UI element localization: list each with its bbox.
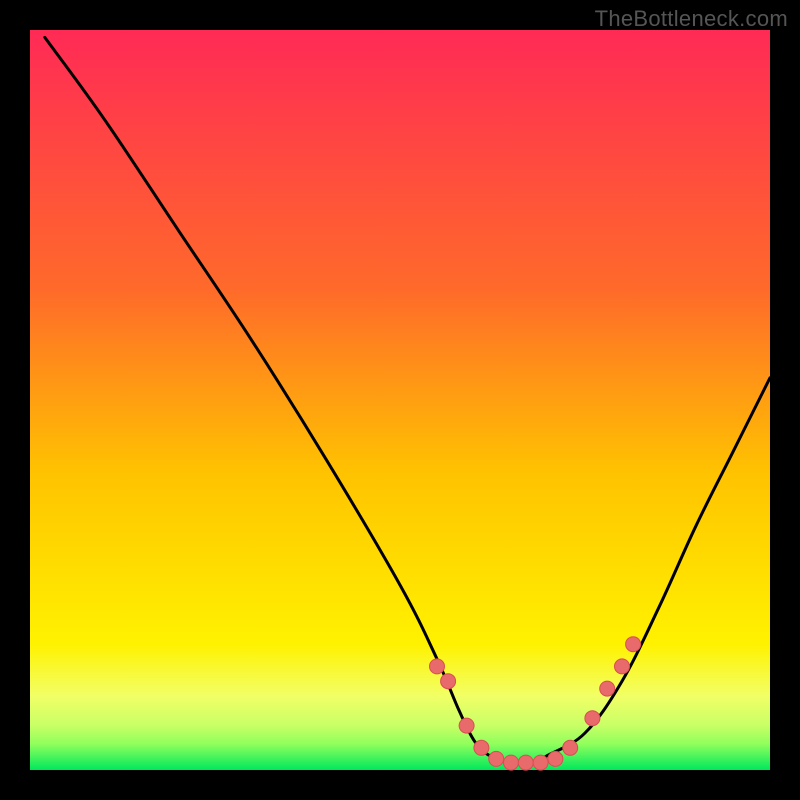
bottleneck-chart: TheBottleneck.com	[0, 0, 800, 800]
chart-svg	[0, 0, 800, 800]
highlight-dot	[518, 755, 533, 770]
watermark-text: TheBottleneck.com	[595, 6, 788, 32]
highlight-dot	[600, 681, 615, 696]
highlight-dot	[459, 718, 474, 733]
highlight-dot	[585, 711, 600, 726]
highlight-dot	[430, 659, 445, 674]
highlight-dot	[548, 751, 563, 766]
highlight-dot	[626, 637, 641, 652]
chart-gradient-bg	[30, 30, 770, 770]
highlight-dot	[489, 751, 504, 766]
highlight-dot	[533, 755, 548, 770]
highlight-dot	[615, 659, 630, 674]
highlight-dot	[563, 740, 578, 755]
highlight-dot	[474, 740, 489, 755]
highlight-dot	[441, 674, 456, 689]
highlight-dot	[504, 755, 519, 770]
